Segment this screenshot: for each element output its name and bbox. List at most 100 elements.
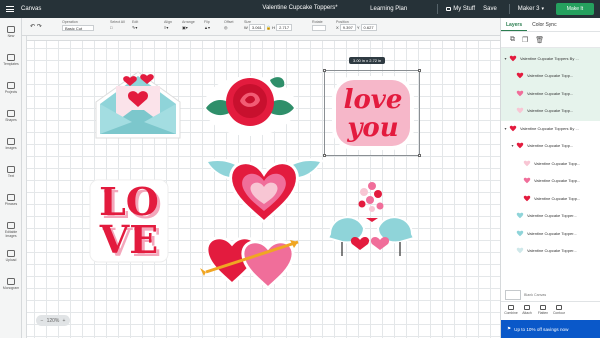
resize-handle[interactable]: [323, 69, 326, 72]
top-bar: Canvas Valentine Cupcake Toppers* Learni…: [0, 0, 600, 18]
layer-thumbnail: [515, 89, 524, 98]
undo-icon[interactable]: ↶ ↷: [30, 24, 42, 30]
attach-button[interactable]: Attach: [520, 305, 534, 315]
contour-label: Contour: [552, 311, 566, 315]
resize-handle[interactable]: [418, 154, 421, 157]
sidebar-item-text[interactable]: Text: [0, 166, 22, 178]
save-button[interactable]: Save: [483, 6, 497, 12]
operation-select[interactable]: Basic Cut: [62, 25, 94, 31]
divider: [437, 4, 439, 14]
combine-label: Combine: [504, 311, 518, 315]
left-ruler: [22, 36, 27, 338]
tab-color-sync[interactable]: Color Sync: [527, 18, 561, 31]
group-icon[interactable]: ⧉: [510, 36, 515, 44]
height-field[interactable]: 2.717: [276, 24, 293, 31]
selection-box[interactable]: [323, 69, 421, 157]
blank-canvas-row[interactable]: Blank Canvas: [505, 290, 546, 300]
lovebirds-image[interactable]: [320, 176, 422, 264]
sidebar-item-label: Upload: [5, 258, 17, 262]
layer-name: Valentine Cupcake Topp...: [527, 90, 574, 96]
layer-thumbnail: [515, 246, 524, 255]
zoom-out-icon[interactable]: −: [41, 318, 44, 324]
arrange-label: Arrange: [182, 20, 195, 24]
offset-icon[interactable]: ◎: [224, 25, 234, 31]
learning-plan-link[interactable]: Learning Plan: [370, 6, 407, 12]
sidebar-item-phrases[interactable]: Phrases: [0, 194, 22, 206]
arrange-icon[interactable]: ▣▾: [182, 25, 195, 31]
select-all-group: Select All □: [110, 20, 125, 31]
top-ruler: [22, 36, 500, 41]
combine-icon: [508, 305, 514, 310]
winged-heart-image[interactable]: [202, 154, 326, 226]
sidebar-item-label: New: [7, 34, 15, 38]
flip-group: Flip ▲▾: [204, 20, 210, 31]
promo-banner[interactable]: ⚑ Up to 10% off savings now: [501, 320, 600, 338]
hearts-arrow-image[interactable]: [198, 232, 308, 290]
layer-thumbnail: [515, 211, 524, 220]
flip-icon[interactable]: ▲▾: [204, 25, 210, 31]
sidebar-item-label: Monogram: [2, 286, 20, 290]
rotate-field[interactable]: [312, 25, 326, 31]
design-canvas[interactable]: love you 3.00 in x 2.72 in LO VE LO VE −…: [22, 36, 500, 338]
sidebar-item-monogram[interactable]: Monogram: [0, 278, 22, 290]
sidebar-item-editable-images[interactable]: Editable Images: [0, 222, 22, 238]
sidebar-item-shapes[interactable]: Shapes: [0, 110, 22, 122]
layer-name: Valentine Cupcake Topp...: [527, 73, 574, 78]
flatten-button[interactable]: Flatten: [536, 305, 550, 315]
resize-handle[interactable]: [418, 69, 421, 72]
layer-thumbnail: [515, 71, 524, 80]
flatten-icon: [540, 305, 546, 310]
rose-image[interactable]: [200, 68, 300, 140]
sidebar-item-new[interactable]: New: [0, 26, 22, 38]
layer-thumbnail: [508, 124, 517, 133]
sidebar-item-label: Images: [5, 146, 17, 150]
upload-icon: [7, 250, 15, 257]
sidebar-item-images[interactable]: Images: [0, 138, 22, 150]
operation-label: Operation: [62, 20, 78, 24]
combine-button[interactable]: Combine: [504, 305, 518, 315]
operation-group: Operation Basic Cut: [62, 20, 94, 31]
machine-select[interactable]: Maker 3 ▾: [518, 6, 544, 12]
sidebar-item-upload[interactable]: Upload: [0, 250, 22, 262]
shapes-icon: [7, 110, 15, 117]
contour-icon: [556, 305, 562, 310]
grid-icon: [7, 82, 15, 89]
layers-list: ▾ Valentine Cupcake Toppers By ... Valenti…: [501, 48, 600, 260]
promo-text: Up to 10% off savings now: [514, 326, 569, 332]
make-it-button[interactable]: Make It: [556, 3, 594, 15]
zoom-control: − 120% +: [36, 315, 70, 326]
my-stuff-link[interactable]: My Stuff: [446, 6, 475, 12]
image-edit-icon: [7, 222, 15, 229]
sidebar-item-label: Shapes: [5, 118, 17, 122]
chevron-down-icon: ▾: [541, 6, 544, 12]
layer-thumbnail: [522, 159, 531, 168]
layer-row[interactable]: Valentine Cupcake Topper...: [501, 241, 600, 261]
layer-name: Valentine Cupcake Topper...: [527, 230, 577, 236]
width-field[interactable]: 3.061: [248, 24, 265, 31]
sidebar-item-projects[interactable]: Projects: [0, 82, 22, 94]
contour-button[interactable]: Contour: [552, 305, 566, 315]
sidebar-item-label: Templates: [3, 62, 19, 66]
zoom-in-icon[interactable]: +: [62, 318, 65, 324]
envelope-hearts-image[interactable]: [92, 64, 184, 142]
layer-name: Valentine Cupcake Topp...: [534, 195, 581, 201]
edit-group: Edit ✎▾: [132, 20, 138, 31]
delete-icon[interactable]: 🗑: [535, 36, 544, 44]
sidebar-item-templates[interactable]: Templates: [0, 54, 22, 66]
love-block-image[interactable]: LO VE LO VE: [88, 178, 170, 264]
layer-name: Valentine Cupcake Topper...: [527, 213, 577, 218]
select-all-label: Select All: [110, 20, 125, 24]
size-fields: W 3.061 🔒 H 2.717: [244, 24, 293, 31]
y-field[interactable]: 0.627: [360, 24, 377, 31]
align-icon[interactable]: ≡▾: [164, 25, 172, 31]
edit-label: Edit: [132, 20, 139, 24]
machine-label: Maker 3: [517, 6, 540, 12]
edit-icon[interactable]: ✎▾: [132, 25, 138, 31]
tab-layers[interactable]: Layers: [501, 18, 528, 31]
layer-name: Valentine Cupcake Toppers By ...: [520, 125, 579, 131]
select-all-icon[interactable]: □: [110, 25, 125, 31]
duplicate-icon[interactable]: ❐: [522, 36, 528, 44]
x-field[interactable]: 9.397: [339, 24, 356, 31]
flip-label: Flip: [204, 20, 210, 24]
zoom-level: 120%: [46, 317, 60, 324]
